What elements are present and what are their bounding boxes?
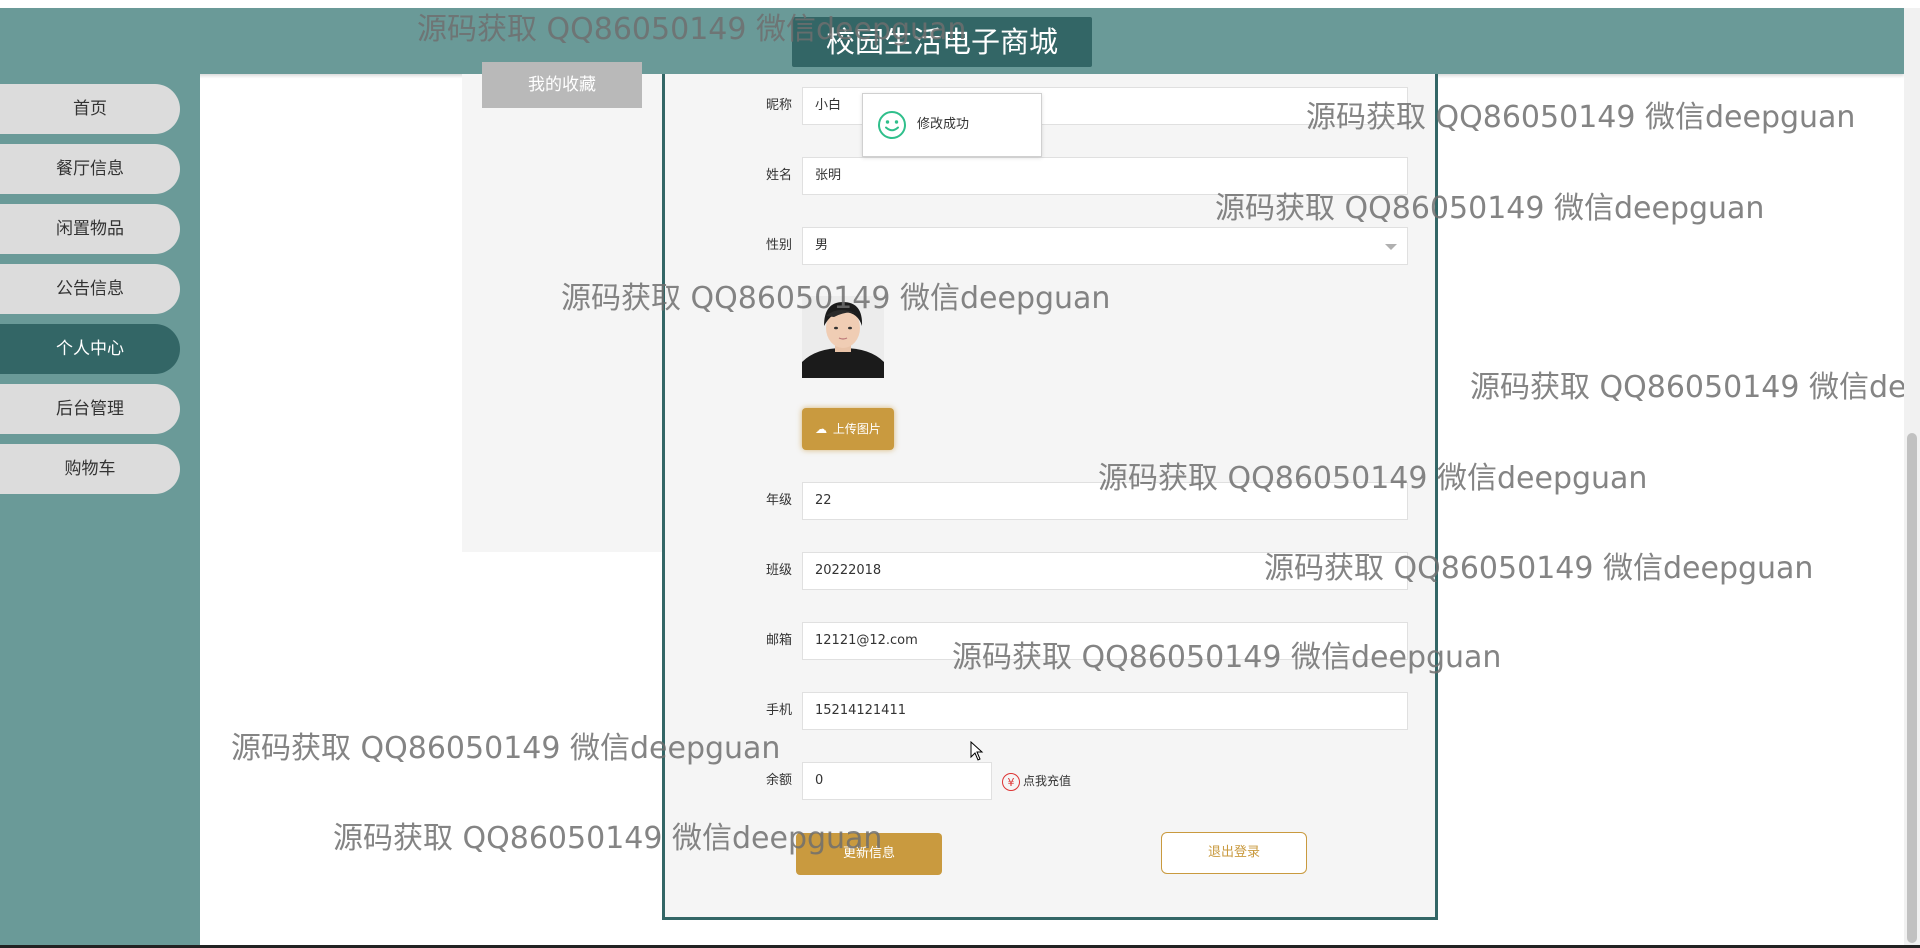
grade-field[interactable]: 22 [802,482,1408,520]
gender-select[interactable]: 男 [802,227,1408,265]
upload-image-label: 上传图片 [832,422,881,436]
sidebar-item-cart[interactable]: 购物车 [0,444,180,494]
sidebar-item-idle-items[interactable]: 闲置物品 [0,204,180,254]
nickname-label: 昵称 [765,98,792,113]
yen-icon: ¥ [1002,772,1020,791]
balance-label: 余额 [765,773,792,788]
email-field[interactable]: 12121@12.com [802,622,1408,660]
email-label: 邮箱 [765,633,792,648]
name-label: 姓名 [765,168,792,183]
site-title[interactable]: 校园生活电子商城 [792,17,1092,67]
balance-field[interactable]: 0 [802,762,992,800]
smile-icon [878,111,906,139]
sidebar-item-announcements[interactable]: 公告信息 [0,264,180,314]
sidebar-item-personal-center[interactable]: 个人中心 [0,324,180,374]
cloud-upload-icon: ☁ [815,422,828,436]
success-toast: 修改成功 [862,93,1042,157]
recharge-link[interactable]: ¥ 点我充值 [1002,771,1071,791]
name-field[interactable]: 张明 [802,157,1408,195]
class-label: 班级 [765,563,792,578]
scrollbar[interactable] [1904,8,1920,946]
phone-label: 手机 [765,703,792,718]
mouse-cursor-icon [970,741,984,761]
logout-button[interactable]: 退出登录 [1161,832,1307,874]
class-field[interactable]: 20222018 [802,552,1408,590]
gender-value: 男 [815,238,829,253]
update-info-button[interactable]: 更新信息 [796,833,942,875]
scrollbar-thumb[interactable] [1907,433,1917,943]
sidebar-item-admin[interactable]: 后台管理 [0,384,180,434]
sidebar-item-home[interactable]: 首页 [0,84,180,134]
watermark: 源码获取 QQ86050149 微信deepguan [1470,370,1920,405]
chevron-down-icon [1385,244,1397,250]
grade-label: 年级 [765,493,792,508]
sidebar-item-restaurant[interactable]: 餐厅信息 [0,144,180,194]
my-favorites-button[interactable]: 我的收藏 [482,62,642,108]
phone-field[interactable]: 15214121411 [802,692,1408,730]
upload-image-button[interactable]: ☁ 上传图片 [802,408,894,450]
toast-message: 修改成功 [917,117,970,132]
gender-label: 性别 [765,238,792,253]
avatar [802,296,884,378]
recharge-label: 点我充值 [1023,774,1072,788]
personal-menu-panel [462,74,662,552]
